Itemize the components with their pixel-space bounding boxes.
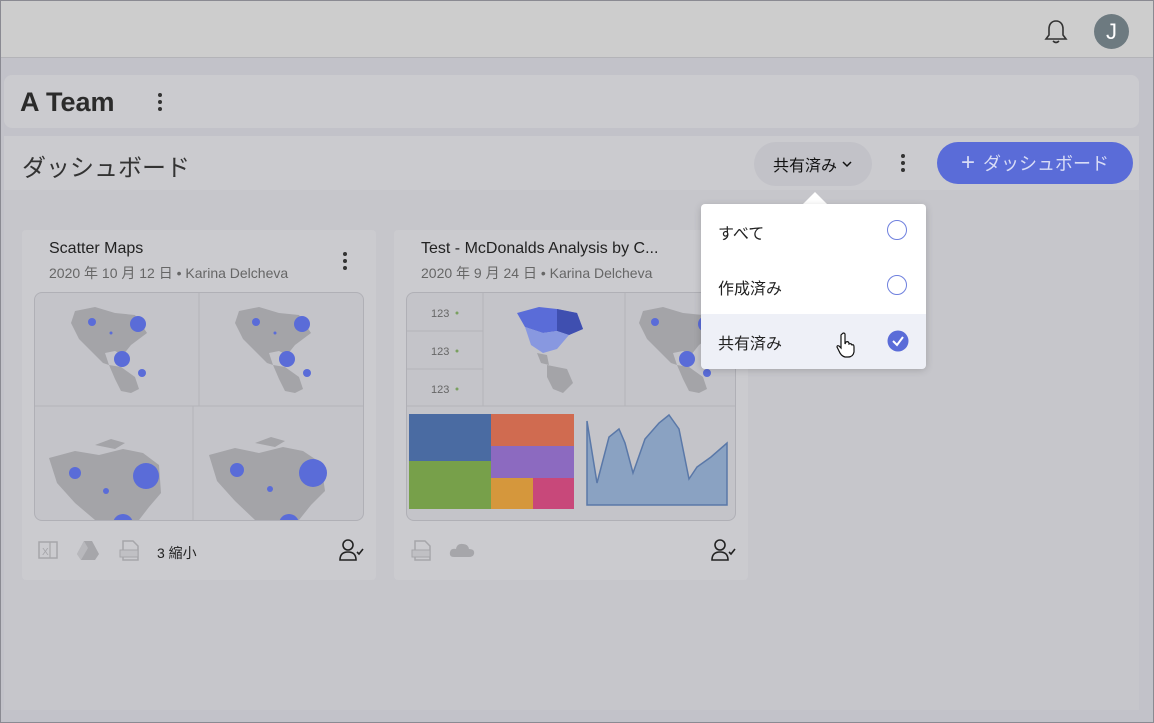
excel-icon: X: [38, 541, 58, 559]
top-bar: [1, 1, 1153, 58]
card-subtitle: 2020 年 10 月 12 日 • Karina Delcheva: [49, 265, 289, 281]
area-chart-preview: [586, 413, 728, 506]
team-bar: A Team: [4, 75, 1139, 128]
map-dot: [103, 488, 109, 494]
svg-text:X: X: [42, 547, 49, 558]
map-dot: [279, 351, 295, 367]
map-dot: [230, 463, 244, 477]
shared-user-icon: [339, 539, 364, 561]
hand-cursor-icon: [836, 332, 855, 358]
csv-icon: [119, 540, 139, 561]
map-dot: [303, 369, 311, 377]
card-subtitle: 2020 年 9 月 24 日 • Karina Delcheva: [421, 265, 653, 281]
scatter-maps-preview: [35, 293, 363, 520]
filter-label: 共有済み: [772, 158, 837, 175]
kpi-value: 123: [431, 346, 449, 358]
filter-dropdown-menu: すべて 作成済み 共有済み: [701, 204, 926, 369]
mcdonalds-preview: 123 123 123: [407, 293, 735, 509]
map-dot: [299, 459, 327, 487]
user-avatar[interactable]: J: [1094, 14, 1129, 49]
csv-icon: [411, 540, 431, 561]
add-dashboard-label: ダッシュボード: [983, 154, 1109, 174]
team-title: A Team: [20, 87, 115, 117]
map-dot: [109, 331, 113, 335]
card-footer: X 3 縮小: [22, 530, 376, 574]
dashboard-card[interactable]: Scatter Maps 2020 年 10 月 12 日 • Karina D…: [22, 230, 376, 580]
option-label: すべて: [718, 226, 765, 243]
more-vertical-icon[interactable]: [154, 90, 166, 114]
map-dot: [273, 331, 277, 335]
more-vertical-icon[interactable]: [340, 250, 350, 272]
dropdown-caret: [803, 192, 827, 204]
filter-option-created[interactable]: 作成済み: [701, 259, 926, 314]
cloud-icon: [449, 543, 475, 557]
google-drive-icon: [77, 541, 99, 560]
radio-unchecked-icon[interactable]: [887, 275, 907, 295]
option-label: 共有済み: [718, 336, 783, 353]
map-dot: [133, 463, 159, 489]
dashboard-thumbnail: [34, 292, 364, 521]
map-dot: [252, 318, 260, 326]
card-title: Scatter Maps: [49, 240, 144, 257]
map-dot: [138, 369, 146, 377]
map-dot: [69, 467, 81, 479]
card-footer: [394, 530, 748, 574]
filter-option-shared[interactable]: 共有済み: [701, 314, 926, 369]
treemap-preview: [409, 414, 574, 509]
card-title: Test - McDonalds Analysis by C...: [421, 240, 659, 257]
option-label: 作成済み: [718, 281, 783, 298]
radio-checked-icon[interactable]: [887, 330, 909, 352]
dashboards-title: ダッシュボード: [22, 155, 190, 182]
dashboard-thumbnail: 123 123 123: [406, 292, 736, 521]
dashboards-section: ダッシュボード 共有済み + ダッシュボード Scatter Maps 2020…: [4, 136, 1139, 710]
map-shape: [517, 307, 583, 393]
dashboards-header: ダッシュボード 共有済み + ダッシュボード: [4, 136, 1139, 190]
filter-dropdown-button[interactable]: 共有済み: [754, 142, 872, 186]
map-dot: [88, 318, 96, 326]
map-dot: [114, 351, 130, 367]
kpi-value: 123: [431, 308, 449, 320]
radio-unchecked-icon[interactable]: [887, 220, 907, 240]
map-dot: [679, 351, 695, 367]
filter-option-all[interactable]: すべて: [701, 204, 926, 259]
map-dot: [651, 318, 659, 326]
more-vertical-icon[interactable]: [897, 151, 909, 175]
plus-icon: +: [960, 149, 975, 176]
bell-icon[interactable]: [1042, 18, 1070, 46]
chevron-down-icon: [842, 161, 852, 168]
map-dot: [294, 316, 310, 332]
map-dot: [267, 486, 273, 492]
footer-text: 3 縮小: [157, 545, 197, 561]
kpi-value: 123: [431, 384, 449, 396]
dashboard-card[interactable]: Test - McDonalds Analysis by C... 2020 年…: [394, 230, 748, 580]
map-dot: [703, 369, 711, 377]
shared-user-icon: [711, 539, 736, 561]
map-dot: [130, 316, 146, 332]
add-dashboard-button[interactable]: + ダッシュボード: [937, 142, 1133, 184]
